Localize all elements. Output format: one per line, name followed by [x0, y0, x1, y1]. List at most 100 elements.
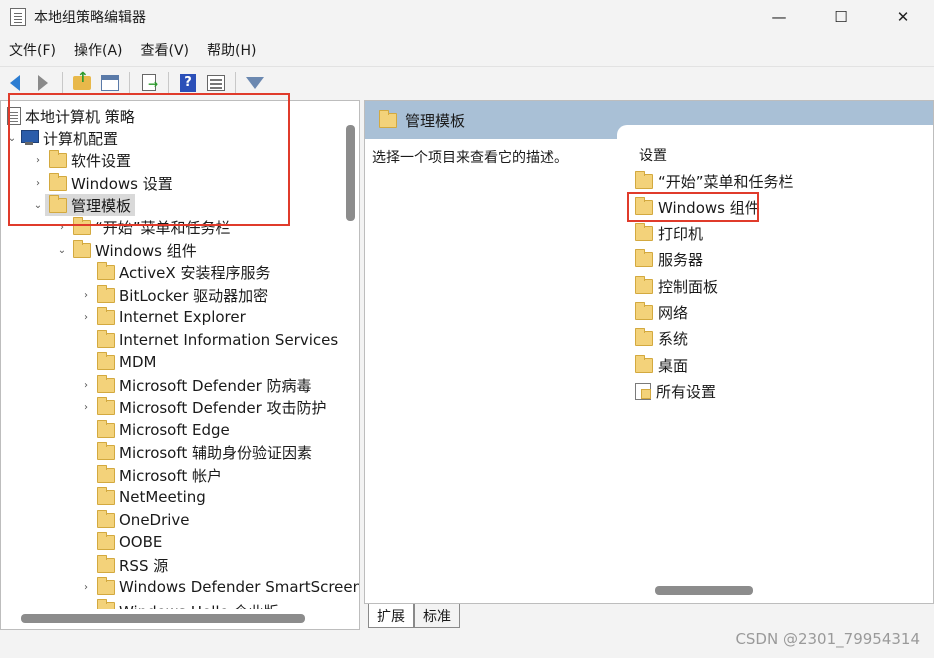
- chevron-right-icon[interactable]: ›: [79, 402, 93, 413]
- tree-node-label: BitLocker 驱动器加密: [119, 286, 269, 305]
- list-item-printers[interactable]: 打印机: [635, 221, 703, 245]
- tree-node-label: Windows Defender SmartScreen: [119, 578, 360, 596]
- tree-node-bitlocker[interactable]: › BitLocker 驱动器加密: [79, 284, 268, 306]
- console-tree-icon: [101, 74, 119, 91]
- tree-node-label: OneDrive: [119, 511, 190, 529]
- tree-node-label: Microsoft Defender 攻击防护: [119, 398, 327, 417]
- tree-node-onedrive[interactable]: OneDrive: [79, 509, 190, 531]
- list-item-control-panel[interactable]: 控制面板: [635, 274, 718, 298]
- tree-node-label: OOBE: [119, 533, 163, 551]
- tree-node-label: NetMeeting: [119, 488, 206, 506]
- tree-node-smartscreen[interactable]: › Windows Defender SmartScreen: [79, 576, 360, 598]
- tree-node-iis[interactable]: Internet Information Services: [79, 329, 338, 351]
- folder-icon: [635, 327, 653, 346]
- folder-icon: [97, 374, 115, 393]
- folder-icon: [97, 329, 115, 348]
- menu-file[interactable]: 文件(F): [0, 40, 65, 60]
- tree-node-internet-explorer[interactable]: › Internet Explorer: [79, 306, 246, 328]
- toolbar-separator: [129, 71, 130, 94]
- menu-view[interactable]: 查看(V): [132, 40, 199, 60]
- folder-icon: [97, 419, 115, 438]
- tree-node-defender-exploit[interactable]: › Microsoft Defender 攻击防护: [79, 396, 327, 418]
- chevron-right-icon[interactable]: ›: [79, 380, 93, 391]
- chevron-down-icon[interactable]: ⌄: [55, 245, 69, 256]
- tree-node-netmeeting[interactable]: NetMeeting: [79, 486, 206, 508]
- tree-node-windows-hello[interactable]: Windows Hello 企业版: [79, 599, 279, 609]
- menu-action[interactable]: 操作(A): [65, 40, 132, 60]
- list-item-label: “开始”菜单和任务栏: [658, 172, 794, 191]
- minimize-button[interactable]: —: [748, 0, 810, 34]
- back-button[interactable]: [4, 72, 26, 94]
- help-icon: ?: [180, 73, 196, 92]
- tree-node-activex[interactable]: ActiveX 安装程序服务: [79, 261, 270, 283]
- list-item-network[interactable]: 网络: [635, 300, 688, 324]
- folder-icon: [97, 599, 115, 609]
- tree-node-secondary-auth[interactable]: Microsoft 辅助身份验证因素: [79, 441, 312, 463]
- list-item-label: 打印机: [658, 224, 704, 243]
- folder-icon: [379, 109, 397, 128]
- help-button[interactable]: ?: [177, 72, 199, 94]
- folder-icon: [97, 554, 115, 573]
- window-controls: — ☐ ✕: [748, 0, 934, 34]
- description-text: 选择一个项目来查看它的描述。: [372, 150, 568, 166]
- folder-icon: [97, 486, 115, 505]
- highlight-box-windows-components: [627, 192, 759, 222]
- all-settings-icon: [635, 382, 651, 400]
- chevron-right-icon[interactable]: ›: [79, 312, 93, 323]
- properties-icon: [207, 74, 225, 91]
- list-item-label: 系统: [658, 329, 689, 348]
- maximize-button[interactable]: ☐: [810, 0, 872, 34]
- highlight-box-tree: [8, 93, 290, 226]
- list-item-desktop[interactable]: 桌面: [635, 353, 688, 377]
- folder-icon: [97, 396, 115, 415]
- view-tabs: 扩展 标准: [364, 604, 934, 630]
- tree-node-label: Windows Hello 企业版: [119, 601, 279, 609]
- list-item-system[interactable]: 系统: [635, 326, 688, 350]
- folder-icon: [635, 248, 653, 267]
- tab-standard[interactable]: 标准: [414, 604, 460, 628]
- list-item-all-settings[interactable]: 所有设置: [635, 379, 716, 403]
- list-item-server[interactable]: 服务器: [635, 247, 703, 271]
- tree-node-label: Internet Information Services: [119, 331, 339, 349]
- tree-node-ms-account[interactable]: Microsoft 帐户: [79, 464, 222, 486]
- tree-node-label: MDM: [119, 353, 157, 371]
- tree-node-label: Microsoft 辅助身份验证因素: [119, 443, 313, 462]
- tree-node-windows-components[interactable]: ⌄ Windows 组件: [55, 239, 197, 261]
- properties-button[interactable]: [205, 72, 227, 94]
- export-list-button[interactable]: [138, 72, 160, 94]
- tree-node-label: Microsoft Defender 防病毒: [119, 376, 312, 395]
- chevron-right-icon[interactable]: ›: [79, 290, 93, 301]
- details-horizontal-scrollbar-thumb[interactable]: [655, 586, 753, 595]
- filter-button[interactable]: [244, 72, 266, 94]
- folder-icon: [97, 306, 115, 325]
- list-item-label: 所有设置: [656, 382, 717, 401]
- tree-node-rss[interactable]: RSS 源: [79, 554, 168, 576]
- tree-node-defender-antivirus[interactable]: › Microsoft Defender 防病毒: [79, 374, 312, 396]
- details-pane[interactable]: 管理模板 选择一个项目来查看它的描述。 设置 “开始”菜单和任务栏 Window…: [364, 100, 934, 604]
- settings-column-header[interactable]: 设置: [639, 145, 667, 165]
- tree-node-label: ActiveX 安装程序服务: [119, 263, 271, 282]
- tree-node-edge[interactable]: Microsoft Edge: [79, 419, 230, 441]
- menu-help[interactable]: 帮助(H): [198, 40, 265, 60]
- toolbar-separator: [168, 71, 169, 94]
- close-button[interactable]: ✕: [872, 0, 934, 34]
- folder-icon: [635, 354, 653, 373]
- list-item-label: 服务器: [658, 250, 704, 269]
- folder-up-icon: [73, 70, 91, 90]
- chevron-right-icon[interactable]: ›: [79, 582, 93, 593]
- up-one-level-button[interactable]: [71, 70, 93, 94]
- folder-icon: [97, 531, 115, 550]
- show-hide-tree-button[interactable]: [99, 72, 121, 94]
- tab-extended[interactable]: 扩展: [368, 604, 414, 628]
- tree-vertical-scrollbar-thumb[interactable]: [346, 125, 355, 221]
- tree-node-mdm[interactable]: MDM: [79, 351, 156, 373]
- forward-button[interactable]: [32, 72, 54, 94]
- tree-horizontal-scrollbar-thumb[interactable]: [21, 614, 305, 623]
- tree-node-oobe[interactable]: OOBE: [79, 531, 162, 553]
- tree-node-label: Internet Explorer: [119, 308, 246, 326]
- title-bar: 本地组策略编辑器 — ☐ ✕: [0, 0, 934, 34]
- details-header-title: 管理模板: [405, 111, 466, 130]
- policy-editor-app-icon: [10, 8, 26, 26]
- list-item-start-menu-taskbar[interactable]: “开始”菜单和任务栏: [635, 169, 794, 193]
- folder-icon: [97, 261, 115, 280]
